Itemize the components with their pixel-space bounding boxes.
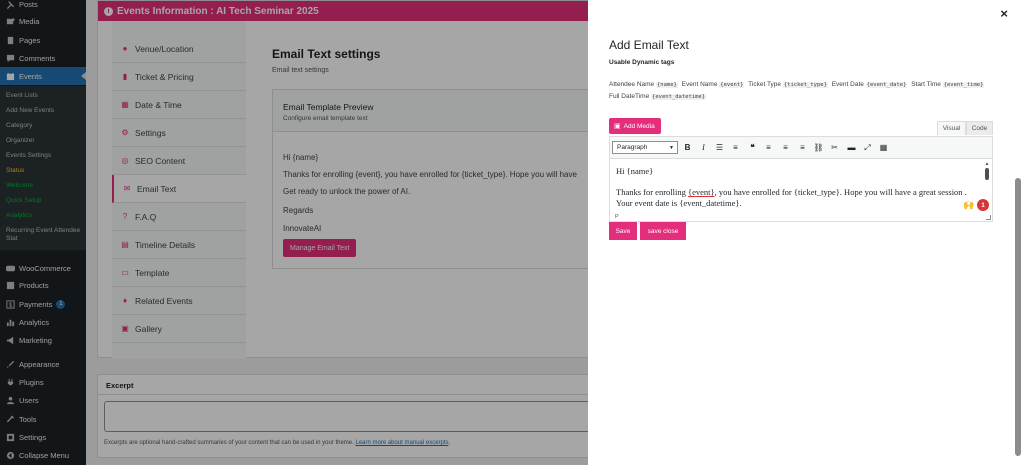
close-icon[interactable]: × <box>1000 6 1008 21</box>
align-center-icon[interactable]: ≡ <box>780 142 791 153</box>
format-select-value: Paragraph <box>617 144 648 151</box>
italic-icon[interactable]: I <box>698 142 709 153</box>
format-select[interactable]: Paragraph ▼ <box>612 141 678 154</box>
tag-label: Event Date <box>831 81 864 88</box>
grammar-assistant-icon[interactable]: 🙌 <box>963 200 974 211</box>
email-text-editor: Paragraph ▼ B I ☰ ≡ ❝ ≡ ≡ ≡ ⛓ ✂ ▬ ⤢ ▦ Hi… <box>609 136 993 222</box>
scroll-thumb[interactable] <box>985 168 989 180</box>
resize-handle[interactable] <box>986 215 991 220</box>
element-path[interactable]: P <box>615 214 619 220</box>
tag-label: Attendee Name <box>609 81 655 88</box>
add-media-button[interactable]: ▣ Add Media <box>609 118 661 134</box>
content-greeting: Hi {name} <box>616 166 654 176</box>
link-icon[interactable]: ⛓ <box>813 142 824 153</box>
chevron-down-icon: ▼ <box>669 145 674 151</box>
tag-code: {name} <box>655 82 678 88</box>
content-spellcheck-word: {event} <box>688 187 715 197</box>
read-more-icon[interactable]: ▬ <box>846 142 857 153</box>
add-email-text-panel: × Add Email Text Usable Dynamic tags Att… <box>588 0 1024 465</box>
dynamic-tags-list: Attendee Name {name} Event Name {event} … <box>609 79 989 103</box>
save-close-button[interactable]: save close <box>640 222 686 240</box>
blockquote-icon[interactable]: ❝ <box>747 142 758 153</box>
tab-code[interactable]: Code <box>966 121 993 135</box>
save-button[interactable]: Save <box>609 222 637 240</box>
scroll-up-icon[interactable]: ▲ <box>983 161 991 167</box>
page-scrollbar[interactable] <box>1015 178 1021 456</box>
unlink-icon[interactable]: ✂ <box>829 142 840 153</box>
editor-toolbar: Paragraph ▼ B I ☰ ≡ ❝ ≡ ≡ ≡ ⛓ ✂ ▬ ⤢ ▦ <box>610 137 992 159</box>
dynamic-tags-heading: Usable Dynamic tags <box>609 59 675 66</box>
panel-title: Add Email Text <box>609 38 689 52</box>
tag-code: {event_date} <box>865 82 908 88</box>
bold-icon[interactable]: B <box>682 142 693 153</box>
toolbar-toggle-icon[interactable]: ▦ <box>878 142 889 153</box>
numbered-list-icon[interactable]: ≡ <box>730 142 741 153</box>
tag-label: Start Time <box>911 81 941 88</box>
content-text: Thanks for enrolling <box>616 187 688 197</box>
tag-label: Ticket Type <box>748 81 782 88</box>
tag-label: Full DateTime <box>609 93 650 100</box>
tag-code: {event} <box>719 82 745 88</box>
tag-label: Event Name <box>681 81 718 88</box>
fullscreen-icon[interactable]: ⤢ <box>862 142 873 153</box>
tab-visual[interactable]: Visual <box>937 121 966 135</box>
bullet-list-icon[interactable]: ☰ <box>714 142 725 153</box>
grammar-issue-badge[interactable]: 1 <box>977 199 989 211</box>
align-right-icon[interactable]: ≡ <box>797 142 808 153</box>
align-left-icon[interactable]: ≡ <box>763 142 774 153</box>
media-icon: ▣ <box>614 123 621 130</box>
tag-code: {event_datetime} <box>651 94 707 100</box>
editor-content[interactable]: Hi {name} Thanks for enrolling {event}, … <box>610 160 984 215</box>
tag-code: {event_time} <box>942 82 985 88</box>
content-body: Thanks for enrolling {event}, you have e… <box>616 187 978 209</box>
tag-code: {ticket_type} <box>782 82 828 88</box>
add-media-label: Add Media <box>623 122 655 130</box>
